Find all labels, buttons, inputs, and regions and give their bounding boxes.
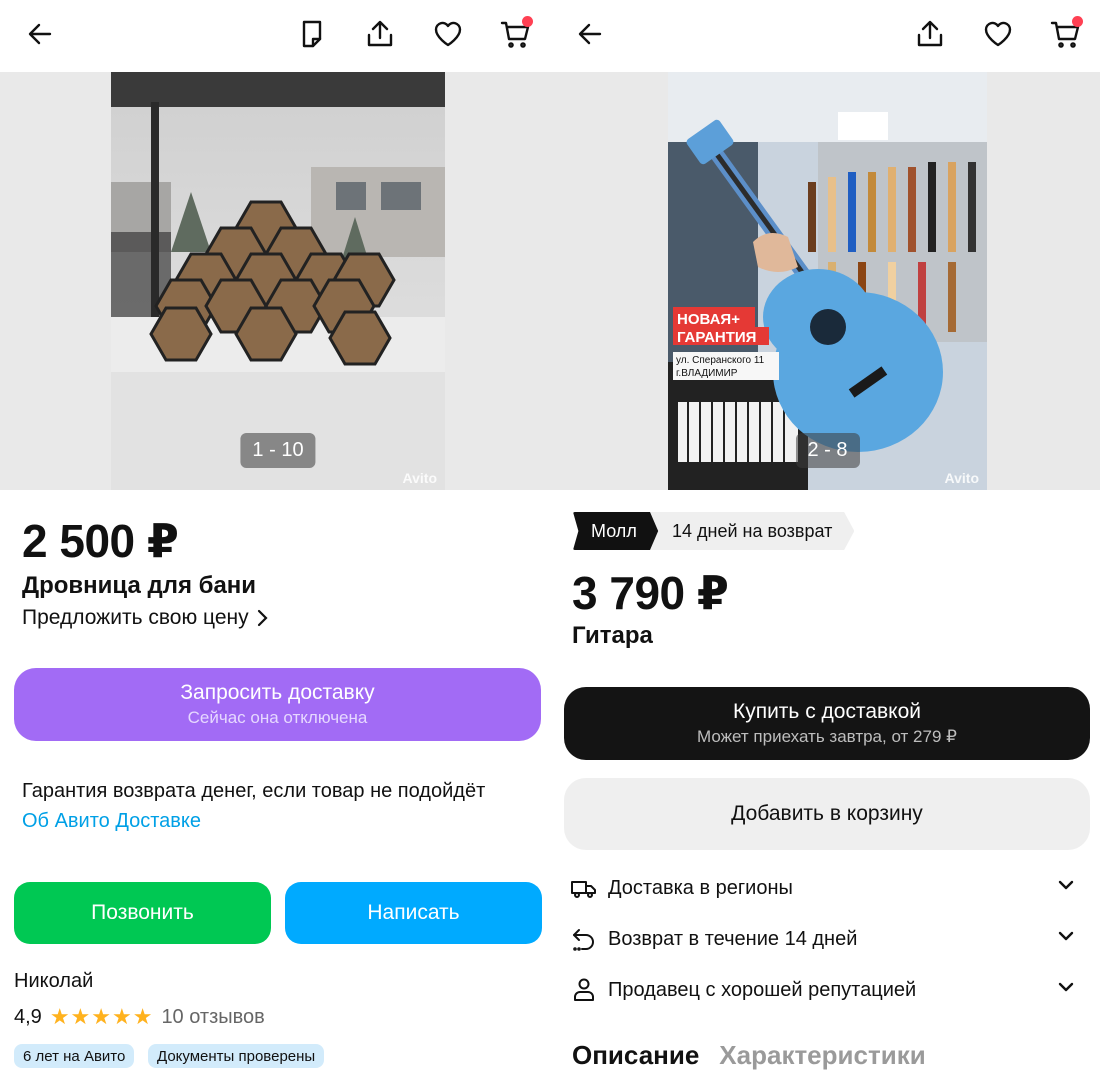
listing-panel-right: НОВАЯ+ ГАРАНТИЯ ул. Сперанского 11 г.ВЛА… <box>550 0 1100 1080</box>
tab-characteristics[interactable]: Характеристики <box>719 1040 925 1071</box>
notification-dot <box>522 16 533 27</box>
back-arrow-icon[interactable] <box>20 14 60 54</box>
photo-gallery[interactable]: НОВАЯ+ ГАРАНТИЯ ул. Сперанского 11 г.ВЛА… <box>550 72 1100 490</box>
avito-watermark: Avito <box>402 470 437 486</box>
info-row-return[interactable]: Возврат в течение 14 дней <box>570 919 1080 959</box>
overlay-address2: г.ВЛАДИМИР <box>676 368 738 379</box>
overlay-address1: ул. Сперанского 11 <box>676 355 765 366</box>
back-arrow-icon[interactable] <box>570 14 610 54</box>
firewood-rack-image <box>111 72 445 490</box>
note-icon[interactable] <box>292 14 332 54</box>
return-icon <box>570 925 598 953</box>
info-row-label: Продавец с хорошей репутацией <box>608 978 917 1001</box>
avito-watermark: Avito <box>944 470 979 486</box>
request-delivery-sublabel: Сейчас она отключена <box>187 708 368 727</box>
share-icon[interactable] <box>910 14 950 54</box>
badge-documents: Документы проверены <box>148 1044 325 1068</box>
photo-gallery[interactable]: 1 - 10 Avito <box>0 72 555 490</box>
guitar-image: НОВАЯ+ ГАРАНТИЯ ул. Сперанского 11 г.ВЛА… <box>668 72 987 490</box>
share-icon[interactable] <box>360 14 400 54</box>
chevron-down-icon <box>1056 926 1076 952</box>
badge-years: 6 лет на Авито <box>14 1044 135 1068</box>
chevron-down-icon <box>1056 875 1076 901</box>
listing-title: Дровница для бани <box>22 572 257 599</box>
buy-with-delivery-button[interactable]: Купить с доставкой Может приехать завтра… <box>564 687 1090 760</box>
seller-rating[interactable]: 4,9 ★★★★★ 10 отзывов <box>14 1004 265 1030</box>
listing-panel-left: 1 - 10 Avito 2 500 ₽ Дровница для бани П… <box>0 0 555 1080</box>
chevron-right-icon <box>257 609 268 627</box>
rating-value: 4,9 <box>14 1005 42 1028</box>
chevron-down-icon <box>1056 977 1076 1003</box>
reviews-count: 10 отзывов <box>161 1005 265 1028</box>
product-photo[interactable]: НОВАЯ+ ГАРАНТИЯ ул. Сперанского 11 г.ВЛА… <box>668 72 987 490</box>
info-row-label: Возврат в течение 14 дней <box>608 927 858 950</box>
call-button[interactable]: Позвонить <box>14 882 271 944</box>
about-delivery-link[interactable]: Об Авито Доставке <box>22 806 485 836</box>
offer-price-label: Предложить свою цену <box>22 606 249 629</box>
overlay-line1: НОВАЯ+ <box>677 311 740 328</box>
overlay-line2: ГАРАНТИЯ <box>677 329 756 346</box>
offer-price-link[interactable]: Предложить свою цену <box>22 606 269 630</box>
top-bar <box>550 0 1100 72</box>
tab-description[interactable]: Описание <box>572 1040 699 1071</box>
request-delivery-button[interactable]: Запросить доставку Сейчас она отключена <box>14 668 541 741</box>
heart-icon[interactable] <box>428 14 468 54</box>
buy-sublabel: Может приехать завтра, от 279 ₽ <box>697 727 957 746</box>
star-rating-icon: ★★★★★ <box>49 1004 154 1029</box>
price: 3 790 ₽ <box>572 567 729 619</box>
cart-icon[interactable] <box>1045 14 1085 54</box>
truck-icon <box>570 874 598 902</box>
guarantee-text: Гарантия возврата денег, если товар не п… <box>22 780 486 802</box>
cart-icon[interactable] <box>495 14 535 54</box>
notification-dot <box>1072 16 1083 27</box>
photo-counter: 2 - 8 <box>795 433 860 468</box>
content-tabs: Описание Характеристики <box>572 1040 926 1071</box>
info-row-delivery[interactable]: Доставка в регионы <box>570 868 1080 908</box>
request-delivery-label: Запросить доставку <box>180 681 375 704</box>
add-to-cart-label: Добавить в корзину <box>731 802 923 825</box>
heart-icon[interactable] <box>978 14 1018 54</box>
tag-return: 14 дней на возврат <box>650 512 855 550</box>
add-to-cart-button[interactable]: Добавить в корзину <box>564 778 1090 850</box>
person-icon <box>570 976 598 1004</box>
message-button[interactable]: Написать <box>285 882 542 944</box>
guarantee-block: Гарантия возврата денег, если товар не п… <box>22 776 485 836</box>
tag-mall: Молл <box>573 512 663 550</box>
listing-title: Гитара <box>572 622 653 649</box>
call-label: Позвонить <box>91 901 194 924</box>
info-row-seller[interactable]: Продавец с хорошей репутацией <box>570 970 1080 1010</box>
message-label: Написать <box>367 901 460 924</box>
buy-label: Купить с доставкой <box>732 700 922 723</box>
price: 2 500 ₽ <box>22 515 179 567</box>
seller-name[interactable]: Николай <box>14 970 93 993</box>
product-photo[interactable]: 1 - 10 Avito <box>111 72 445 490</box>
top-bar <box>0 0 555 72</box>
photo-counter: 1 - 10 <box>240 433 316 468</box>
info-row-label: Доставка в регионы <box>608 876 793 899</box>
